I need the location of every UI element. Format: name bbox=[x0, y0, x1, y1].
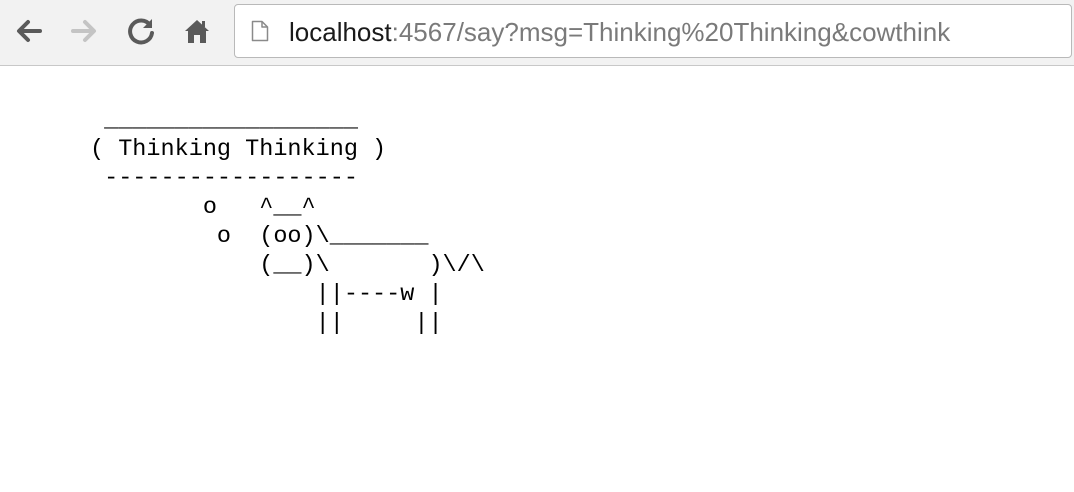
url-text[interactable]: localhost:4567/say?msg=Thinking%20Thinki… bbox=[289, 16, 950, 48]
address-bar[interactable]: localhost:4567/say?msg=Thinking%20Thinki… bbox=[234, 4, 1072, 58]
url-host: localhost bbox=[289, 17, 392, 47]
reload-icon bbox=[128, 18, 154, 45]
reload-button[interactable] bbox=[125, 15, 157, 47]
arrow-right-icon bbox=[71, 20, 96, 42]
browser-toolbar: localhost:4567/say?msg=Thinking%20Thinki… bbox=[0, 0, 1074, 66]
back-button[interactable] bbox=[12, 15, 44, 47]
home-icon bbox=[185, 20, 209, 43]
arrow-left-icon bbox=[17, 20, 42, 42]
page-content: __________________ ( Thinking Thinking )… bbox=[0, 66, 1074, 492]
url-path: :4567/say?msg=Thinking%20Thinking&cowthi… bbox=[391, 17, 951, 47]
cowsay-ascii-art: __________________ ( Thinking Thinking )… bbox=[90, 107, 485, 337]
forward-button[interactable] bbox=[69, 15, 101, 47]
page-icon bbox=[251, 20, 269, 42]
home-button[interactable] bbox=[181, 15, 213, 47]
